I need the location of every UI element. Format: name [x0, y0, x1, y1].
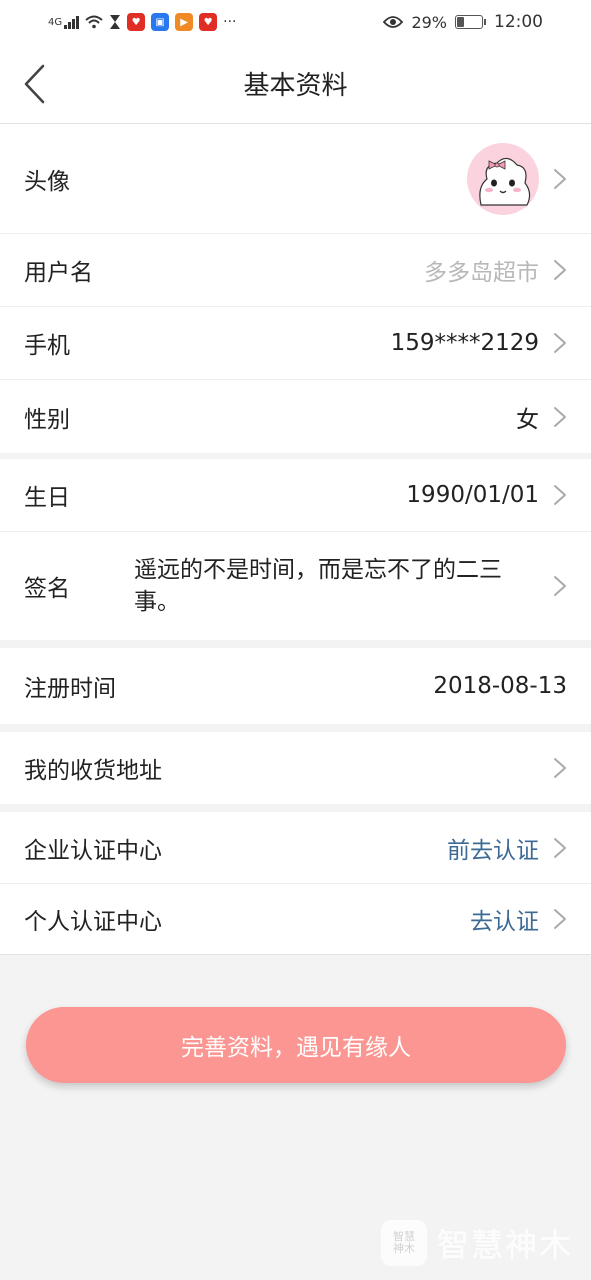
- chevron-right-icon: [554, 758, 566, 778]
- status-bar: 4G ♥ ▣ ▶ ♥ ··· 29% 12:00: [0, 0, 591, 44]
- status-left: 4G ♥ ▣ ▶ ♥ ···: [48, 13, 236, 31]
- chevron-right-icon: [554, 333, 566, 353]
- network-type: 4G: [48, 16, 63, 28]
- app-blue-icon: ▣: [151, 13, 170, 31]
- signal-icon: [64, 15, 80, 29]
- avatar[interactable]: [467, 142, 539, 215]
- register-time-row: 注册时间 2018-08-13: [0, 648, 591, 724]
- chevron-right-icon: [554, 406, 566, 427]
- personal-verify-row[interactable]: 个人认证中心 去认证: [0, 884, 591, 954]
- address-row[interactable]: 我的收货地址: [0, 732, 591, 804]
- hourglass-icon: [110, 15, 121, 29]
- phone-value: 159****2129: [390, 330, 539, 356]
- chevron-right-icon: [554, 837, 566, 858]
- app-red2-icon: ♥: [199, 13, 218, 31]
- birthday-row[interactable]: 生日 1990/01/01: [0, 459, 591, 532]
- profile-group-verification: 企业认证中心 前去认证 个人认证中心 去认证: [0, 812, 591, 955]
- profile-group-address: 我的收货地址: [0, 732, 591, 804]
- signature-value: 遥远的不是时间，而是忘不了的二三事。: [134, 557, 502, 615]
- avatar-row[interactable]: 头像: [0, 124, 591, 234]
- username-row[interactable]: 用户名 多多岛超市: [0, 234, 591, 307]
- avatar-cartoon-icon: [479, 157, 531, 206]
- gender-label: 性别: [24, 406, 70, 433]
- avatar-label: 头像: [24, 168, 70, 195]
- chevron-right-icon: [554, 260, 566, 280]
- app-orange-icon: ▶: [175, 13, 194, 31]
- phone-label: 手机: [24, 333, 70, 359]
- battery-icon: [455, 15, 486, 29]
- register-time-label: 注册时间: [24, 676, 116, 702]
- page-title: 基本资料: [243, 71, 348, 101]
- profile-group-register: 注册时间 2018-08-13: [0, 648, 591, 724]
- profile-group-personal: 生日 1990/01/01 签名 遥远的不是时间，而是忘不了的二三事。: [0, 459, 591, 640]
- cta-wrapper: 完善资料，遇见有缘人: [0, 955, 591, 1083]
- back-button[interactable]: [14, 62, 54, 106]
- app-red-icon: ♥: [127, 13, 146, 31]
- signature-row[interactable]: 签名 遥远的不是时间，而是忘不了的二三事。: [0, 532, 591, 640]
- signature-label: 签名: [24, 576, 70, 602]
- complete-profile-button[interactable]: 完善资料，遇见有缘人: [26, 1007, 566, 1083]
- chevron-right-icon: [554, 576, 566, 596]
- chevron-left-icon: [24, 64, 45, 104]
- gender-value: 女: [516, 406, 539, 433]
- watermark: 智慧 神木 智慧神木: [380, 1220, 573, 1266]
- username-value: 多多岛超市: [424, 260, 539, 286]
- register-time-value: 2018-08-13: [433, 673, 567, 699]
- eye-icon: [383, 16, 404, 28]
- enterprise-verify-link[interactable]: 前去认证: [447, 831, 539, 865]
- watermark-text: 智慧神木: [436, 1226, 573, 1264]
- gender-row[interactable]: 性别 女: [0, 380, 591, 453]
- phone-row[interactable]: 手机 159****2129: [0, 307, 591, 380]
- birthday-value: 1990/01/01: [406, 482, 539, 508]
- chevron-right-icon: [554, 168, 566, 189]
- clock: 12:00: [494, 12, 543, 32]
- profile-group-basic: 头像 用户名 多多岛超市 手机 159****2129 性别 女: [0, 124, 591, 453]
- watermark-logo: 智慧 神木: [380, 1220, 427, 1266]
- address-label: 我的收货地址: [24, 758, 162, 784]
- chevron-right-icon: [554, 909, 566, 929]
- more-notifications: ···: [223, 14, 237, 30]
- username-label: 用户名: [24, 260, 93, 286]
- battery-percent: 29%: [411, 12, 447, 32]
- personal-verify-label: 个人认证中心: [24, 909, 162, 935]
- enterprise-verify-row[interactable]: 企业认证中心 前去认证: [0, 812, 591, 884]
- wifi-icon: [85, 15, 103, 29]
- nav-bar: 基本资料: [0, 44, 591, 124]
- chevron-right-icon: [554, 485, 566, 505]
- birthday-label: 生日: [24, 485, 70, 511]
- enterprise-verify-label: 企业认证中心: [24, 837, 162, 864]
- status-right: 29% 12:00: [383, 12, 543, 32]
- personal-verify-link[interactable]: 去认证: [470, 902, 539, 936]
